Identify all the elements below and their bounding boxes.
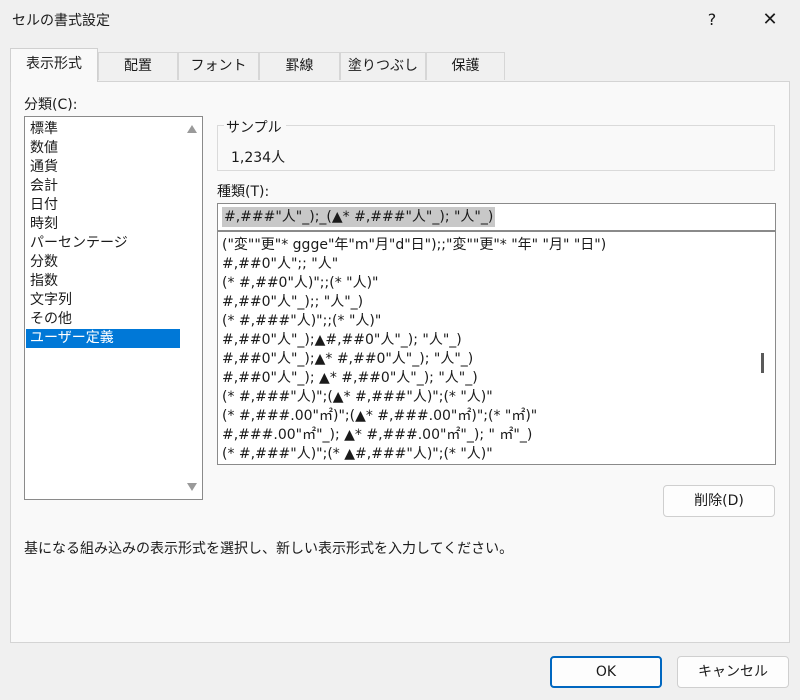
type-label: 種類(T): — [217, 184, 270, 200]
category-item[interactable]: 分数 — [26, 253, 180, 272]
format-code-list[interactable]: ("変""更"* ggge"年"m"月"d"日");;"変""更"* "年" "… — [217, 231, 776, 465]
category-item[interactable]: 指数 — [26, 272, 180, 291]
category-item[interactable]: 文字列 — [26, 291, 180, 310]
format-code-item[interactable]: #,###.00"㎡"_); ▲* #,###.00"㎡"_); " ㎡"_) — [222, 426, 532, 445]
category-list[interactable]: 標準 数値 通貨 会計 日付 時刻 パーセンテージ 分数 指数 文字列 その他 … — [24, 116, 203, 500]
category-item[interactable]: その他 — [26, 310, 180, 329]
format-code-item[interactable]: #,##0"人"_); ▲* #,##0"人"_); "人"_) — [222, 369, 478, 388]
tab-font[interactable]: フォント — [178, 52, 259, 80]
category-scrollbar[interactable] — [183, 118, 201, 498]
format-code-item[interactable]: (* #,##0"人)";;(* "人)" — [222, 274, 379, 293]
format-code-item[interactable]: #,##0"人"_);; "人"_) — [222, 293, 363, 312]
format-code-item[interactable]: (* #,###.00"㎡)";(▲* #,###.00"㎡)";(* "㎡)" — [222, 407, 537, 426]
category-item[interactable]: 数値 — [26, 139, 180, 158]
type-input-value[interactable]: #,###"人"_);_(▲* #,###"人"_); "人"_) — [222, 207, 496, 227]
category-item[interactable]: 通貨 — [26, 158, 180, 177]
category-item[interactable]: 標準 — [26, 120, 180, 139]
dialog-title: セルの書式設定 — [12, 13, 110, 29]
description-text: 基になる組み込みの表示形式を選択し、新しい表示形式を入力してください。 — [24, 541, 514, 557]
scroll-up-arrow-icon[interactable] — [187, 125, 197, 133]
category-item[interactable]: 時刻 — [26, 215, 180, 234]
close-button[interactable]: ✕ — [748, 4, 792, 36]
format-code-item[interactable]: ("変""更"* ggge"年"m"月"d"日");;"変""更"* "年" "… — [222, 236, 606, 255]
format-code-item[interactable]: (* #,###"人)";(▲* #,###"人)";(* "人)" — [222, 388, 493, 407]
ok-button[interactable]: OK — [550, 656, 662, 688]
tab-alignment[interactable]: 配置 — [98, 52, 178, 80]
format-code-item[interactable]: #,##0"人";; "人" — [222, 255, 338, 274]
sample-label: サンプル — [224, 117, 286, 137]
help-button[interactable]: ? — [692, 4, 732, 36]
category-item[interactable]: 会計 — [26, 177, 180, 196]
scroll-down-arrow-icon[interactable] — [187, 483, 197, 491]
format-code-item[interactable]: #,##0"人"_);▲* #,##0"人"_); "人"_) — [222, 350, 473, 369]
category-label: 分類(C): — [24, 97, 78, 113]
delete-button[interactable]: 削除(D) — [663, 485, 775, 517]
format-code-item[interactable]: (* #,###"人)";(* ▲#,###"人)";(* "人)" — [222, 445, 493, 464]
tab-number-format[interactable]: 表示形式 — [10, 48, 98, 82]
sample-value: 1,234人 — [231, 150, 286, 166]
format-code-item[interactable]: #,##0"人"_);▲#,##0"人"_); "人"_) — [222, 331, 462, 350]
category-item[interactable]: 日付 — [26, 196, 180, 215]
tab-fill[interactable]: 塗りつぶし — [340, 52, 426, 80]
tab-border[interactable]: 罫線 — [259, 52, 340, 80]
cancel-button[interactable]: キャンセル — [677, 656, 789, 688]
sample-box — [217, 125, 775, 171]
category-item-selected[interactable]: ユーザー定義 — [26, 329, 180, 348]
format-list-scrollbar-thumb[interactable] — [761, 353, 764, 373]
format-code-item[interactable]: (* #,###"人)";;(* "人)" — [222, 312, 381, 331]
tab-protection[interactable]: 保護 — [426, 52, 505, 80]
title-bar: セルの書式設定 ? ✕ — [0, 0, 800, 40]
category-item[interactable]: パーセンテージ — [26, 234, 180, 253]
